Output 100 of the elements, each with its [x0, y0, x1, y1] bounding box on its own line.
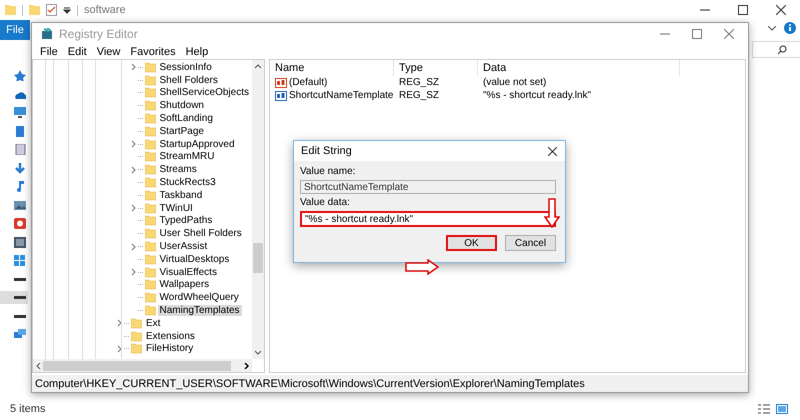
- ok-button[interactable]: OK: [446, 235, 497, 251]
- column-header[interactable]: Type: [394, 60, 478, 76]
- folder-icon: [144, 202, 156, 214]
- maximize-icon[interactable]: [738, 5, 748, 15]
- expand-chevron-icon[interactable]: [130, 268, 136, 276]
- path-bar: Computer\HKEY_CURRENT_USER\SOFTWARE\Microsoft\Windows\CurrentVersion\Explorer\NamingTemplates: [32, 375, 748, 392]
- string-value-icon: [275, 77, 287, 88]
- document-icon[interactable]: [14, 126, 26, 136]
- tree-item[interactable]: TypedPaths: [158, 215, 214, 226]
- folder-icon: [144, 190, 156, 201]
- folder-icon: [144, 151, 156, 162]
- value-name[interactable]: ShortcutNameTemplate: [289, 90, 394, 101]
- dropdown-icon[interactable]: [63, 5, 71, 15]
- tree-item[interactable]: VisualEffects: [158, 266, 219, 278]
- tree-item[interactable]: SoftLanding: [158, 113, 215, 124]
- scroll-left-icon[interactable]: [36, 362, 41, 368]
- expand-chevron-icon[interactable]: [130, 63, 136, 72]
- tree-item[interactable]: SessionInfo: [158, 62, 214, 73]
- tree-item[interactable]: StartupApproved: [158, 138, 237, 150]
- folder-icon: [144, 100, 156, 112]
- folder-icon: [131, 330, 142, 342]
- network-icon[interactable]: [14, 329, 26, 340]
- menu-item[interactable]: File: [35, 46, 63, 58]
- search-icon: [778, 45, 787, 55]
- folder-icon: [144, 292, 156, 304]
- tree-item[interactable]: Taskband: [158, 190, 204, 201]
- column-header[interactable]: Name: [270, 60, 394, 76]
- tree-item[interactable]: Wallpapers: [158, 279, 212, 290]
- tree-item[interactable]: NamingTemplates: [158, 305, 242, 316]
- properties-icon[interactable]: [46, 4, 57, 16]
- tree-item[interactable]: StuckRects3: [158, 177, 218, 188]
- drive-icon[interactable]: [0, 291, 28, 304]
- scroll-down-icon[interactable]: [255, 350, 261, 355]
- expand-chevron-icon[interactable]: [117, 344, 122, 353]
- folder-icon: [131, 343, 142, 354]
- tree-item[interactable]: Extensions: [144, 330, 197, 342]
- star-icon[interactable]: [14, 70, 26, 81]
- window-title: Registry Editor: [59, 27, 138, 41]
- column-header[interactable]: Data: [478, 60, 680, 76]
- value-name[interactable]: (Default): [289, 77, 328, 88]
- menu-item[interactable]: View: [92, 46, 126, 58]
- tree-item[interactable]: Shell Folders: [158, 74, 220, 86]
- value-data-field[interactable]: "%s - shortcut ready.lnk": [300, 211, 556, 227]
- expand-chevron-icon[interactable]: [130, 242, 136, 251]
- scroll-up-icon[interactable]: [255, 64, 261, 69]
- computer-icon[interactable]: [14, 107, 26, 118]
- value-name-field[interactable]: ShortcutNameTemplate: [300, 180, 556, 194]
- expand-chevron-icon[interactable]: [130, 140, 136, 148]
- scroll-right-icon[interactable]: [244, 362, 249, 368]
- folder-icon: [144, 266, 156, 278]
- tree-item[interactable]: Streams: [158, 164, 199, 176]
- file-icon[interactable]: [14, 144, 26, 155]
- image-icon[interactable]: [14, 200, 26, 210]
- music-icon[interactable]: [14, 181, 26, 192]
- value-type: REG_SZ: [398, 77, 440, 88]
- tree-item[interactable]: StreamMRU: [158, 151, 217, 162]
- vertical-scrollbar[interactable]: [252, 60, 264, 359]
- download-icon[interactable]: [14, 162, 26, 174]
- folder-icon: [144, 164, 156, 176]
- tree-item[interactable]: UserAssist: [158, 241, 210, 252]
- expand-chevron-icon[interactable]: [117, 319, 122, 328]
- search-field[interactable]: [752, 41, 800, 58]
- menu-item[interactable]: Help: [180, 46, 214, 58]
- expand-chevron-icon[interactable]: [130, 166, 136, 174]
- close-icon[interactable]: [776, 5, 786, 15]
- value-data: (value not set): [482, 77, 548, 88]
- value-data: "%s - shortcut ready.lnk": [482, 90, 592, 101]
- app-icon[interactable]: [14, 218, 26, 229]
- folder-icon: [144, 254, 156, 265]
- file-tab[interactable]: File: [0, 20, 30, 40]
- cancel-button[interactable]: Cancel: [505, 235, 556, 251]
- tiles-view-icon[interactable]: [776, 404, 788, 414]
- details-view-icon[interactable]: [758, 404, 770, 414]
- tree-item[interactable]: FileHistory: [144, 343, 196, 354]
- scrollbar-thumb[interactable]: [253, 243, 263, 273]
- folder-icon: [144, 126, 156, 137]
- tree-item[interactable]: TWinUI: [158, 202, 195, 214]
- chevron-down-icon[interactable]: [768, 26, 776, 30]
- tree-item[interactable]: Ext: [144, 318, 162, 329]
- windows-icon[interactable]: [14, 255, 26, 266]
- tree-item[interactable]: VirtualDesktops: [158, 254, 232, 265]
- status-text: 5 items: [10, 403, 46, 415]
- folder-icon: [144, 177, 156, 188]
- tree-item[interactable]: User Shell Folders: [158, 228, 244, 240]
- close-icon[interactable]: [548, 146, 557, 156]
- folder-icon: [144, 138, 156, 150]
- down-arrow-icon: [544, 198, 560, 228]
- menu-item[interactable]: Edit: [62, 46, 92, 58]
- scrollbar-thumb[interactable]: [43, 360, 231, 370]
- help-icon[interactable]: [784, 22, 796, 34]
- expand-chevron-icon[interactable]: [130, 204, 136, 212]
- tree-item[interactable]: Shutdown: [158, 100, 206, 112]
- menu-item[interactable]: Favorites: [125, 46, 181, 58]
- folder-icon: [144, 279, 156, 290]
- tree-item[interactable]: ShellServiceObjects: [158, 87, 251, 98]
- folder-icon: [144, 228, 156, 240]
- horizontal-scrollbar[interactable]: [33, 359, 252, 372]
- tree-item[interactable]: WordWheelQuery: [158, 292, 241, 304]
- folder-icon: [144, 305, 156, 316]
- tree-item[interactable]: StartPage: [158, 126, 206, 137]
